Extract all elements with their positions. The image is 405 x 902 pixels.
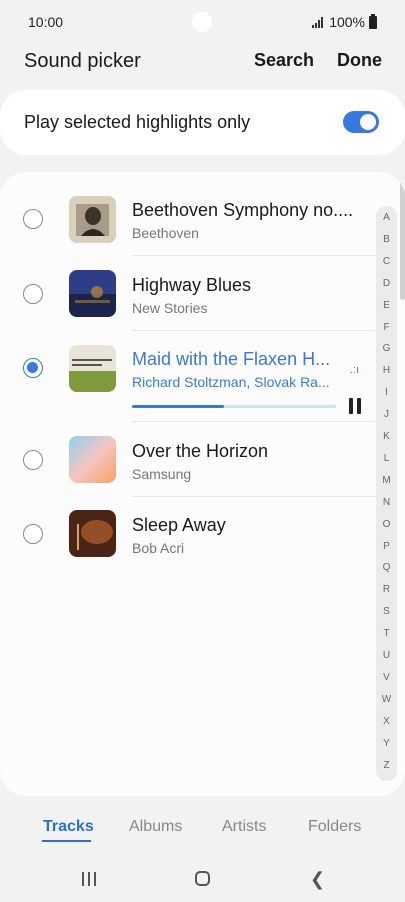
status-bar: 10:00 100% [0,0,405,44]
index-letter-r[interactable]: R [376,584,397,595]
index-letter-a[interactable]: A [376,212,397,223]
highlights-label: Play selected highlights only [24,112,251,132]
track-artist: Richard Stoltzman, Slovak Ra... [132,374,330,390]
track-radio[interactable] [23,284,43,304]
index-letter-j[interactable]: J [376,409,397,420]
tab-folders[interactable]: Folders [308,818,361,836]
track-artist: New Stories [132,300,208,316]
album-art-horizon [69,436,116,483]
track-radio[interactable] [23,450,43,470]
signal-icon [312,16,324,28]
album-art-highway [69,270,116,317]
index-letter-k[interactable]: K [376,431,397,442]
track-title: Highway Blues [132,275,252,295]
track-radio-selected[interactable] [23,358,43,378]
horizon-art-icon [69,436,116,483]
track-row-playing[interactable]: Maid with the Flaxen H... Richard Stoltz… [0,331,380,422]
index-letter-u[interactable]: U [376,650,397,661]
status-icons: 100% [312,13,377,30]
index-letter-f[interactable]: F [376,322,397,333]
alphabet-index[interactable]: ABCDEFGHIJKLMNOPQRSTUVWXYZ [376,206,397,781]
search-button[interactable]: Search [254,50,314,71]
camera-cutout [192,12,212,32]
index-letter-c[interactable]: C [376,256,397,267]
album-art-beethoven [69,196,116,243]
sleep-away-art-icon [69,510,116,557]
index-letter-h[interactable]: H [376,365,397,376]
index-letter-m[interactable]: M [376,475,397,486]
scrollbar[interactable] [400,180,405,300]
track-title: Sleep Away [132,515,226,535]
tab-tracks[interactable]: Tracks [43,818,94,836]
battery-icon [369,13,377,29]
index-letter-q[interactable]: Q [376,562,397,573]
tab-artists[interactable]: Artists [222,818,266,836]
track-title: Maid with the Flaxen H... [132,349,331,369]
index-letter-d[interactable]: D [376,278,397,289]
playback-progress[interactable] [132,405,336,408]
track-row[interactable]: Sleep Away Bob Acri [0,497,380,572]
track-artist: Bob Acri [132,540,185,556]
index-letter-x[interactable]: X [376,716,397,727]
highway-art-icon [69,270,116,317]
index-letter-y[interactable]: Y [376,738,397,749]
highlights-toggle[interactable] [343,111,379,133]
app-header: Sound picker Search Done [0,44,405,80]
progress-fill [132,405,224,408]
track-title: Over the Horizon [132,441,269,461]
track-radio[interactable] [23,524,43,544]
track-radio[interactable] [23,209,43,229]
index-letter-s[interactable]: S [376,606,397,617]
bottom-tabs: Tracks Albums Artists Folders [0,806,405,850]
index-letter-p[interactable]: P [376,541,397,552]
index-letter-e[interactable]: E [376,300,397,311]
track-row[interactable]: Over the Horizon Samsung [0,422,380,497]
track-artist: Samsung [132,466,192,482]
system-navbar: ❮ [0,860,405,902]
index-letter-b[interactable]: B [376,234,397,245]
tab-underline [42,840,91,842]
index-letter-t[interactable]: T [376,628,397,639]
battery-percent: 100% [329,14,365,30]
album-art-stoltzman [69,345,116,392]
pause-icon[interactable] [349,398,361,414]
status-time: 10:00 [28,14,64,30]
beethoven-art-icon [69,196,116,243]
index-letter-o[interactable]: O [376,519,397,530]
track-artist: Beethoven [132,225,199,241]
index-letter-w[interactable]: W [376,694,397,705]
track-row[interactable]: Beethoven Symphony no.... Beethoven [0,172,380,256]
track-row[interactable]: Highway Blues New Stories [0,256,380,331]
done-button[interactable]: Done [337,50,382,71]
index-letter-g[interactable]: G [376,343,397,354]
index-letter-l[interactable]: L [376,453,397,464]
page-title: Sound picker [24,50,141,72]
track-list: Beethoven Symphony no.... Beethoven High… [0,172,405,796]
recent-apps-icon[interactable] [82,872,96,886]
toggle-knob [360,114,376,130]
album-art-sleep-away [69,510,116,557]
track-title: Beethoven Symphony no.... [132,200,354,220]
home-icon[interactable] [195,871,210,886]
tab-albums[interactable]: Albums [129,818,182,836]
index-letter-n[interactable]: N [376,497,397,508]
stoltzman-art-icon [69,345,116,392]
back-icon[interactable]: ❮ [310,869,325,890]
index-letter-i[interactable]: I [376,387,397,398]
equalizer-icon: .:ı [350,364,360,376]
index-letter-z[interactable]: Z [376,760,397,771]
index-letter-v[interactable]: V [376,672,397,683]
